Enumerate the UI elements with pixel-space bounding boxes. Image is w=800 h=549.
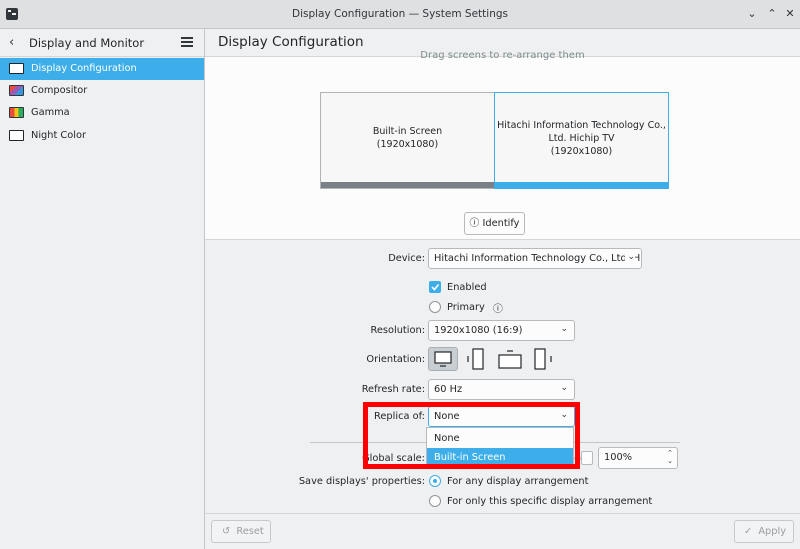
primary-radio[interactable]: [429, 301, 441, 313]
screen-bar: [321, 182, 494, 188]
sidebar-item-night-color[interactable]: Night Color: [0, 125, 204, 147]
resolution-label: Resolution:: [370, 325, 426, 336]
page-title: Display Configuration: [218, 34, 364, 50]
highlight-annotation: [363, 402, 580, 469]
sidebar-item-label: Gamma: [31, 107, 70, 118]
spin-arrows-icon[interactable]: ⌃ ⌄: [667, 449, 673, 465]
sidebar-item-label: Display Configuration: [31, 63, 137, 74]
screen-resolution: (1920x1080): [550, 146, 613, 157]
chevron-down-icon: ⌄: [560, 324, 568, 334]
sidebar-item-compositor[interactable]: Compositor: [0, 80, 204, 102]
sidebar-header: ‹ Display and Monitor: [0, 29, 204, 57]
chevron-down-icon: ⌄: [625, 252, 635, 262]
screen-bar: [495, 182, 668, 188]
portrait-monitor-icon: [467, 348, 484, 370]
enabled-label: Enabled: [447, 282, 487, 293]
primary-label: Primary: [447, 302, 485, 313]
sidebar-item-display-configuration[interactable]: Display Configuration: [0, 58, 204, 80]
refresh-rate-label: Refresh rate:: [361, 384, 425, 395]
hamburger-menu-icon[interactable]: [181, 37, 193, 47]
window-title: Display Configuration — System Settings: [292, 8, 508, 20]
orientation-inverted-button[interactable]: [496, 347, 526, 371]
screen-name: Hitachi Information Technology Co.,: [497, 120, 666, 131]
check-icon: [431, 284, 440, 291]
screen-name: Ltd. Hichip TV: [548, 133, 615, 144]
info-icon: ⓘ: [469, 218, 480, 229]
global-scale-slider-handle[interactable]: [581, 451, 593, 465]
sidebar-item-gamma[interactable]: Gamma: [0, 102, 204, 124]
title-bar: Display Configuration — System Settings …: [0, 0, 800, 29]
orientation-portrait-flipped-button[interactable]: [530, 347, 560, 371]
reset-button[interactable]: ↺ Reset: [211, 520, 271, 543]
reset-icon: ↺: [222, 526, 231, 537]
orientation-label: Orientation:: [366, 354, 425, 365]
screen-hitachi[interactable]: Hitachi Information Technology Co., Ltd.…: [494, 92, 669, 189]
landscape-monitor-icon: [434, 351, 452, 367]
compositor-icon: [9, 85, 24, 96]
identify-button[interactable]: ⓘ Identify: [464, 212, 525, 235]
global-scale-value: 100%: [604, 452, 633, 463]
minimize-button[interactable]: ⌃: [765, 7, 779, 21]
night-color-icon: [9, 130, 24, 141]
sidebar: ‹ Display and Monitor Display Configurat…: [0, 29, 205, 549]
drag-hint: Drag screens to re-arrange them: [420, 50, 585, 61]
sidebar-item-label: Night Color: [31, 130, 87, 141]
reset-label: Reset: [236, 526, 264, 537]
back-icon[interactable]: ‹: [9, 35, 14, 50]
sidebar-title: Display and Monitor: [29, 36, 145, 50]
close-button[interactable]: ✕: [783, 7, 797, 21]
device-select[interactable]: Hitachi Information Technology Co., Ltd.…: [428, 248, 642, 269]
window-menu-button[interactable]: ⌄: [745, 7, 759, 21]
resolution-select[interactable]: 1920x1080 (16:9) ⌄: [428, 320, 575, 341]
gamma-icon: [9, 107, 24, 118]
enabled-checkbox[interactable]: [429, 281, 441, 293]
save-specific-arrangement-radio[interactable]: [429, 495, 441, 507]
sidebar-item-label: Compositor: [31, 85, 88, 96]
screen-arrangement-area: Drag screens to re-arrange them Built-in…: [205, 50, 800, 240]
footer: ↺ Reset ✓ Apply: [205, 513, 800, 549]
screen-builtin[interactable]: Built-in Screen (1920x1080): [320, 92, 495, 189]
save-properties-label: Save displays' properties:: [298, 476, 425, 487]
info-icon[interactable]: ⓘ: [493, 301, 503, 315]
refresh-rate-select[interactable]: 60 Hz ⌄: [428, 379, 575, 400]
refresh-rate-value: 60 Hz: [434, 384, 463, 395]
resolution-value: 1920x1080 (16:9): [434, 325, 523, 336]
check-icon: ✓: [744, 526, 753, 537]
chevron-down-icon: ⌄: [560, 383, 568, 393]
orientation-landscape-button[interactable]: [428, 347, 458, 371]
device-value: Hitachi Information Technology Co., Ltd.…: [434, 253, 641, 264]
inverted-monitor-icon: [498, 350, 522, 369]
save-any-arrangement-radio[interactable]: [429, 475, 441, 487]
device-label: Device:: [388, 253, 425, 264]
apply-button[interactable]: ✓ Apply: [734, 520, 794, 543]
apply-label: Apply: [758, 526, 787, 537]
screen-resolution: (1920x1080): [376, 139, 439, 150]
monitor-icon: [9, 63, 24, 74]
global-scale-spinbox[interactable]: 100% ⌃ ⌄: [598, 447, 678, 469]
save-any-arrangement-label: For any display arrangement: [447, 476, 589, 487]
save-specific-arrangement-label: For only this specific display arrangeme…: [447, 496, 653, 507]
screen-name: Built-in Screen: [372, 126, 443, 137]
identify-label: Identify: [482, 218, 520, 229]
portrait-flipped-monitor-icon: [534, 348, 552, 370]
orientation-portrait-button[interactable]: [463, 347, 493, 371]
